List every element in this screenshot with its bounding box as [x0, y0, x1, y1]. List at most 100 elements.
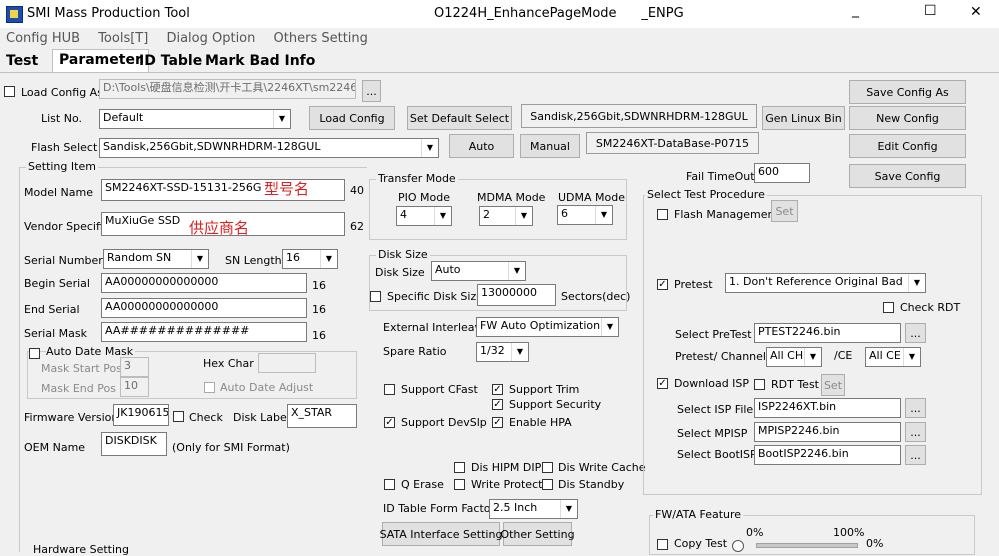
pio-mode-select[interactable]: 4 ▼	[396, 206, 452, 226]
support-trim-label: Support Trim	[509, 383, 580, 396]
fail-timeout-label: Fail TimeOut	[686, 170, 755, 183]
serial-number-select[interactable]: Random SN ▼	[103, 249, 209, 269]
flash-management-set-button[interactable]: Set	[771, 200, 798, 222]
specific-disk-size-checkbox[interactable]	[370, 291, 381, 302]
external-interleave-select[interactable]: FW Auto Optimization ▼	[476, 317, 619, 337]
menu-tools[interactable]: Tools[T]	[98, 31, 148, 46]
model-name-value: SM2246XT-SSD-15131-256G	[105, 181, 262, 194]
mdma-mode-select[interactable]: 2 ▼	[479, 206, 533, 226]
id-table-form-factor-select[interactable]: 2.5 Inch ▼	[489, 499, 578, 519]
close-icon[interactable]: ✕	[970, 4, 982, 20]
download-isp-checkbox[interactable]: ✓	[657, 378, 668, 389]
support-security-label: Support Security	[509, 398, 602, 411]
select-mpisp-input[interactable]: MPISP2246.bin	[754, 422, 901, 442]
udma-mode-select[interactable]: 6 ▼	[557, 205, 613, 225]
sata-interface-setting-button[interactable]: SATA Interface Setting	[380, 522, 502, 546]
auto-date-mask-checkbox[interactable]	[29, 348, 40, 359]
gen-linux-bin-button[interactable]: Gen Linux Bin	[762, 106, 845, 130]
list-no-select[interactable]: Default ▼	[99, 109, 291, 129]
sn-length-select[interactable]: 16 ▼	[282, 249, 338, 269]
chevron-down-icon: ▼	[595, 206, 612, 224]
config-path-input[interactable]: D:\Tools\硬盘信息检测\开卡工具\2246XT\sm2246X	[99, 79, 356, 99]
maximize-icon[interactable]: ☐	[924, 3, 937, 19]
check-checkbox[interactable]	[173, 411, 184, 422]
q-erase-checkbox[interactable]	[384, 479, 395, 490]
rdt-test-set-button[interactable]: Set	[821, 374, 845, 396]
dis-hipm-dipm-checkbox[interactable]	[454, 462, 465, 473]
serial-mask-input[interactable]: AA##############	[101, 322, 307, 342]
check-rdt-checkbox[interactable]	[883, 302, 894, 313]
vendor-length: 62	[350, 220, 364, 233]
tab-test[interactable]: Test	[0, 51, 44, 71]
pretest-checkbox[interactable]: ✓	[657, 279, 668, 290]
pretest-mode-select[interactable]: 1. Don't Reference Original Bad ▼	[725, 273, 926, 293]
copy-test-checkbox[interactable]	[657, 539, 668, 550]
firmware-version-input[interactable]: JK190615	[113, 404, 169, 426]
support-cfast-checkbox[interactable]	[384, 384, 395, 395]
auto-date-adjust-checkbox[interactable]	[204, 382, 215, 393]
other-setting-button[interactable]: Other Setting	[500, 522, 575, 546]
select-mpisp-browse-button[interactable]: ...	[905, 422, 926, 442]
pio-mode-value: 4	[400, 208, 407, 221]
specific-disk-size-input[interactable]: 13000000	[477, 284, 556, 306]
mask-end-pos-input[interactable]: 10	[120, 377, 149, 397]
ce-select[interactable]: All CE ▼	[865, 347, 921, 367]
chevron-down-icon: ▼	[511, 343, 528, 361]
mask-start-pos-input[interactable]: 3	[120, 357, 149, 377]
select-test-procedure-title: Select Test Procedure	[645, 188, 767, 201]
select-pretest-input[interactable]: PTEST2246.bin	[754, 323, 901, 343]
oem-note: (Only for SMI Format)	[172, 441, 290, 454]
tab-id-table[interactable]: ID Table	[133, 51, 208, 71]
select-isp-label: Select ISP File	[677, 403, 754, 416]
model-name-length: 40	[350, 184, 364, 197]
spare-ratio-value: 1/32	[480, 344, 505, 357]
copy-progress-track[interactable]	[756, 543, 858, 548]
list-no-value: Default	[103, 111, 144, 124]
fail-timeout-input[interactable]: 600	[754, 163, 810, 183]
select-isp-browse-button[interactable]: ...	[905, 398, 926, 418]
select-bootisp-browse-button[interactable]: ...	[905, 445, 926, 465]
chevron-down-icon: ▼	[601, 318, 618, 336]
rdt-test-checkbox[interactable]	[754, 379, 765, 390]
copy-test-radio[interactable]	[732, 540, 744, 552]
save-config-button[interactable]: Save Config	[849, 164, 966, 188]
hex-char-input[interactable]	[258, 353, 316, 373]
support-security-checkbox[interactable]: ✓	[492, 399, 503, 410]
load-config-as-checkbox[interactable]	[4, 86, 15, 97]
support-devslp-checkbox[interactable]: ✓	[384, 417, 395, 428]
flash-management-checkbox[interactable]	[657, 209, 668, 220]
browse-config-button[interactable]: ...	[362, 80, 381, 102]
support-trim-checkbox[interactable]: ✓	[492, 384, 503, 395]
oem-name-input[interactable]: DISKDISK	[101, 432, 167, 456]
load-config-button[interactable]: Load Config	[309, 106, 395, 130]
minimize-icon[interactable]: _	[852, 2, 859, 18]
menu-others-setting[interactable]: Others Setting	[274, 31, 368, 46]
flash-select-dropdown[interactable]: Sandisk,256Gbit,SDWNRHDRM-128GUL ▼	[99, 138, 439, 158]
dis-write-cache-checkbox[interactable]	[542, 462, 553, 473]
channel-select[interactable]: All CH ▼	[766, 347, 822, 367]
spare-ratio-select[interactable]: 1/32 ▼	[476, 342, 529, 362]
manual-button[interactable]: Manual	[520, 134, 580, 158]
enable-hpa-checkbox[interactable]: ✓	[492, 417, 503, 428]
disk-label-input[interactable]: X_STAR	[287, 404, 357, 428]
new-config-button[interactable]: New Config	[849, 106, 966, 130]
save-config-as-button[interactable]: Save Config As	[849, 80, 966, 104]
disk-size-select[interactable]: Auto ▼	[431, 261, 526, 281]
menu-config-hub[interactable]: Config HUB	[6, 31, 80, 46]
set-default-select-button[interactable]: Set Default Select	[407, 106, 512, 130]
vendor-specific-value: MuXiuGe SSD	[105, 214, 181, 227]
dis-write-cache-label: Dis Write Cache	[558, 461, 646, 474]
select-bootisp-input[interactable]: BootISP2246.bin	[754, 445, 901, 465]
serial-mask-length: 16	[312, 329, 326, 342]
begin-serial-input[interactable]: AA00000000000000	[101, 273, 307, 293]
edit-config-button[interactable]: Edit Config	[849, 134, 966, 158]
select-isp-input[interactable]: ISP2246XT.bin	[754, 398, 901, 418]
tab-mark-bad-info[interactable]: Mark Bad Info	[199, 51, 321, 71]
write-protect-checkbox[interactable]	[454, 479, 465, 490]
end-serial-input[interactable]: AA00000000000000	[101, 298, 307, 318]
sn-length-label: SN Length	[225, 254, 282, 267]
auto-button[interactable]: Auto	[449, 134, 514, 158]
dis-standby-checkbox[interactable]	[542, 479, 553, 490]
select-pretest-browse-button[interactable]: ...	[905, 323, 926, 343]
menu-dialog-option[interactable]: Dialog Option	[166, 31, 255, 46]
